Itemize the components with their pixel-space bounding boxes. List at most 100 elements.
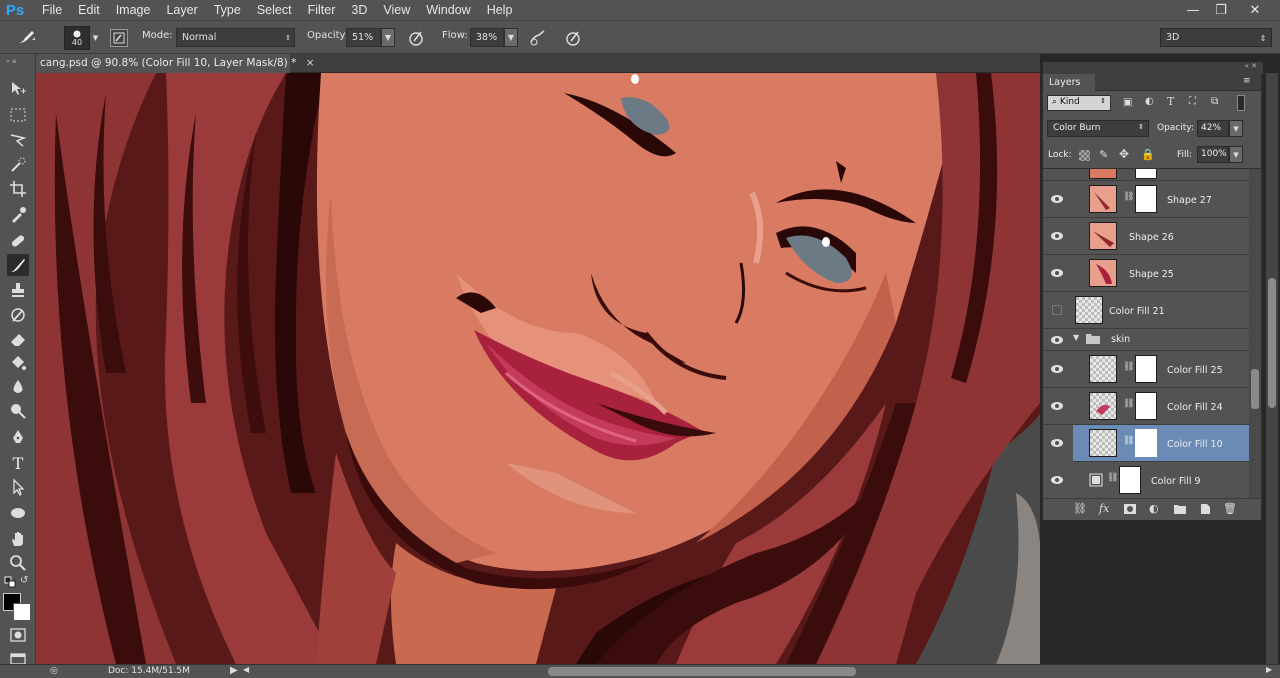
restore-button[interactable]: ❐	[1206, 0, 1236, 20]
workspace-select[interactable]: 3D	[1160, 28, 1272, 47]
blend-mode-select[interactable]: Color Burn ⇕	[1047, 120, 1149, 137]
eyedropper-tool-icon[interactable]	[7, 204, 29, 226]
eraser-tool-icon[interactable]	[7, 328, 29, 350]
opacity-dropdown-button[interactable]: ▼	[381, 28, 395, 47]
menu-window[interactable]: Window	[418, 0, 478, 20]
filter-pixel-icon[interactable]: ▣	[1123, 97, 1137, 109]
clone-stamp-tool-icon[interactable]	[7, 279, 29, 301]
layer-row-selected[interactable]: ⛓ Color Fill 10	[1073, 425, 1261, 462]
vertical-scrollbar[interactable]	[1266, 73, 1278, 664]
quick-mask-icon[interactable]	[7, 624, 29, 646]
layer-row[interactable]: ⛓ Color Fill 9	[1043, 462, 1261, 498]
document-tab[interactable]: cang.psd @ 90.8% (Color Fill 10, Layer M…	[36, 54, 315, 73]
lock-transparent-icon[interactable]	[1079, 150, 1090, 161]
chevron-down-icon[interactable]: ▼	[91, 33, 100, 43]
history-brush-tool-icon[interactable]	[7, 304, 29, 326]
eye-icon[interactable]	[1049, 435, 1065, 451]
group-expand-icon[interactable]: ▼	[1073, 333, 1079, 342]
lock-all-icon[interactable]: 🔒	[1141, 148, 1155, 161]
menu-select[interactable]: Select	[249, 0, 300, 20]
airbrush-icon[interactable]	[527, 27, 549, 49]
type-tool-icon[interactable]: T	[7, 452, 29, 474]
menu-image[interactable]: Image	[108, 0, 159, 20]
layer-row[interactable]: ⛓ Shape 27	[1043, 181, 1261, 218]
healing-brush-tool-icon[interactable]	[7, 230, 29, 252]
filter-type-icon[interactable]: T	[1167, 95, 1181, 108]
flow-dropdown-button[interactable]: ▼	[504, 28, 518, 47]
adjustment-layer-icon[interactable]: ◐	[1149, 502, 1159, 515]
lock-position-icon[interactable]: ✥	[1119, 147, 1129, 161]
default-colors-icon[interactable]	[4, 576, 16, 588]
eye-icon[interactable]	[1049, 265, 1065, 281]
close-button[interactable]: ✕	[1240, 0, 1270, 20]
layer-opacity-dropdown-button[interactable]: ▼	[1229, 120, 1243, 137]
filter-toggle[interactable]	[1237, 95, 1245, 111]
filter-smart-object-icon[interactable]: ⧉	[1211, 96, 1225, 108]
swap-colors-icon[interactable]: ↺	[20, 575, 32, 587]
move-tool-icon[interactable]	[7, 78, 29, 100]
menu-help[interactable]: Help	[479, 0, 521, 20]
eye-icon[interactable]	[1049, 361, 1065, 377]
link-layers-icon[interactable]: ⛓	[1073, 502, 1087, 515]
link-icon[interactable]: ⛓	[1123, 436, 1134, 450]
marquee-tool-icon[interactable]	[7, 104, 29, 126]
scroll-right-icon[interactable]: ▶	[1266, 665, 1272, 674]
pen-tool-icon[interactable]	[7, 426, 29, 448]
layers-scrollbar[interactable]	[1249, 169, 1261, 498]
layer-row[interactable]: Color Fill 21	[1043, 292, 1261, 329]
eye-icon[interactable]	[1049, 332, 1065, 348]
link-icon[interactable]: ⛓	[1107, 473, 1118, 487]
layers-scrollbar-thumb[interactable]	[1251, 369, 1259, 409]
lock-image-icon[interactable]: ✎	[1099, 148, 1108, 161]
quick-select-tool-icon[interactable]	[7, 154, 29, 176]
layer-row[interactable]: Shape 26	[1043, 218, 1261, 255]
layer-row[interactable]: ⛓ Color Fill 25	[1043, 351, 1261, 388]
layer-row[interactable]: Shape 25	[1043, 255, 1261, 292]
opacity-input[interactable]: 51%	[346, 28, 381, 47]
menu-filter[interactable]: Filter	[300, 0, 344, 20]
mode-select[interactable]: Normal	[176, 28, 295, 47]
layer-group-row[interactable]: ▼ skin	[1043, 329, 1261, 351]
ellipse-tool-icon[interactable]	[7, 502, 29, 524]
scroll-left-icon[interactable]: ◀	[243, 665, 249, 674]
minimize-button[interactable]: —	[1178, 0, 1208, 20]
eye-icon[interactable]	[1049, 191, 1065, 207]
new-group-folder-icon[interactable]	[1173, 503, 1187, 515]
menu-view[interactable]: View	[375, 0, 418, 20]
menu-layer[interactable]: Layer	[158, 0, 205, 20]
trash-icon[interactable]: 🗑	[1223, 502, 1237, 515]
status-nav-icon[interactable]: ◎	[50, 666, 58, 676]
lasso-tool-icon[interactable]	[7, 130, 29, 152]
dodge-tool-icon[interactable]	[7, 400, 29, 422]
path-selection-tool-icon[interactable]	[7, 476, 29, 498]
document-canvas[interactable]	[36, 73, 1040, 664]
layer-row-partial[interactable]	[1043, 169, 1261, 181]
layer-fill-dropdown-button[interactable]: ▼	[1229, 146, 1243, 163]
filter-shape-icon[interactable]: ⛶	[1189, 96, 1203, 108]
flow-input[interactable]: 38%	[470, 28, 504, 47]
menu-file[interactable]: File	[34, 0, 70, 20]
blur-tool-icon[interactable]	[7, 376, 29, 398]
layer-fill-input[interactable]: 100%	[1197, 146, 1229, 163]
menu-3d[interactable]: 3D	[343, 0, 375, 20]
eye-icon[interactable]	[1049, 228, 1065, 244]
add-mask-icon[interactable]	[1123, 503, 1137, 515]
panel-collapse-icon[interactable]: « ✕	[1043, 62, 1263, 74]
brush-panel-toggle-icon[interactable]	[110, 29, 128, 47]
vertical-scrollbar-thumb[interactable]	[1268, 278, 1276, 408]
brush-tool-icon[interactable]	[7, 254, 29, 276]
background-color-swatch[interactable]	[13, 603, 31, 621]
toolbar-collapse-icon[interactable]: « ≡	[6, 58, 30, 65]
new-layer-icon[interactable]	[1199, 503, 1211, 515]
menu-type[interactable]: Type	[206, 0, 249, 20]
link-icon[interactable]: ⛓	[1123, 362, 1134, 376]
zoom-tool-icon[interactable]	[7, 552, 29, 574]
crop-tool-icon[interactable]	[7, 178, 29, 200]
menu-edit[interactable]: Edit	[70, 0, 108, 20]
paint-bucket-tool-icon[interactable]	[7, 352, 29, 374]
close-tab-icon[interactable]: ×	[306, 57, 315, 69]
hand-tool-icon[interactable]	[7, 528, 29, 550]
link-icon[interactable]: ⛓	[1123, 192, 1134, 206]
fx-icon[interactable]: fx	[1099, 502, 1109, 515]
layers-tab[interactable]: Layers	[1043, 74, 1095, 91]
